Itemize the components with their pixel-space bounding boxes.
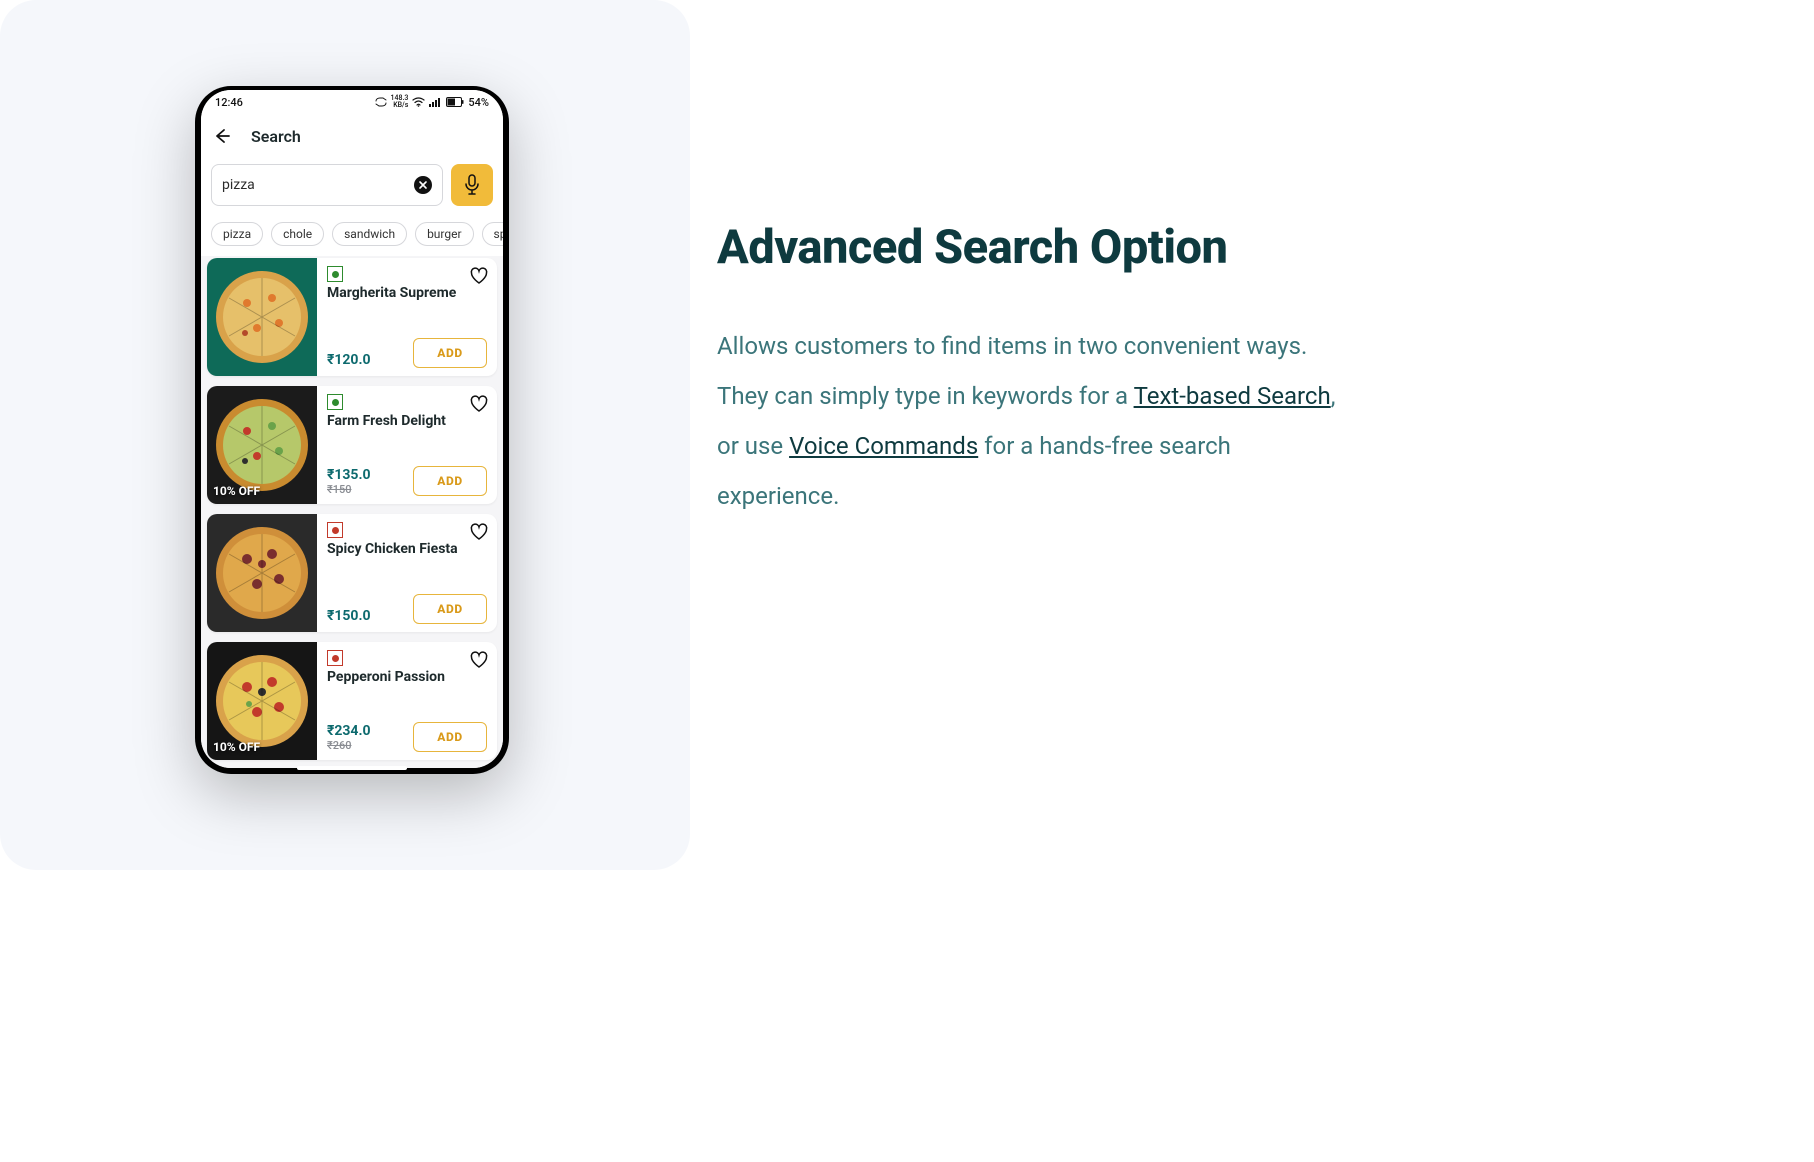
result-card[interactable]: Spicy Chicken Fiesta ₹150.0 ADD bbox=[207, 514, 497, 632]
favorite-button[interactable] bbox=[469, 650, 489, 670]
nonveg-indicator bbox=[327, 522, 343, 538]
search-input[interactable]: pizza bbox=[211, 164, 443, 206]
feature-panel: 12:46 148.3 KB/s 54% Se bbox=[0, 0, 690, 870]
item-thumbnail bbox=[207, 258, 317, 376]
item-price: ₹150.0 bbox=[327, 608, 371, 624]
chip-sandwich[interactable]: sandwich bbox=[332, 222, 407, 246]
page-title: Search bbox=[251, 127, 301, 146]
battery-icon bbox=[446, 97, 464, 107]
card-body: Spicy Chicken Fiesta ₹150.0 ADD bbox=[317, 514, 497, 632]
chip-pizza[interactable]: pizza bbox=[211, 222, 263, 246]
search-results[interactable]: Margherita Supreme ₹120.0 ADD 10% OFF Fa… bbox=[201, 256, 503, 768]
result-card[interactable]: 10% OFF Pepperoni Passion ₹234.0 ₹260 AD… bbox=[207, 642, 497, 760]
item-thumbnail: 10% OFF bbox=[207, 642, 317, 760]
search-row: pizza bbox=[201, 158, 503, 216]
clear-search-button[interactable] bbox=[414, 176, 432, 194]
chip-spicy[interactable]: spicy bbox=[482, 222, 503, 246]
add-button[interactable]: ADD bbox=[413, 722, 487, 752]
arrow-left-icon bbox=[213, 127, 231, 145]
signal-icon bbox=[429, 97, 442, 107]
favorite-button[interactable] bbox=[469, 394, 489, 414]
item-price: ₹135.0 bbox=[327, 467, 371, 483]
heart-icon bbox=[469, 266, 489, 286]
offer-badge: 10% OFF bbox=[213, 740, 260, 754]
item-thumbnail: 10% OFF bbox=[207, 386, 317, 504]
suggestion-chips: pizza chole sandwich burger spicy p bbox=[201, 216, 503, 256]
favorite-button[interactable] bbox=[469, 522, 489, 542]
item-original-price: ₹260 bbox=[327, 739, 371, 752]
item-name: Spicy Chicken Fiesta bbox=[327, 541, 487, 557]
add-button[interactable]: ADD bbox=[413, 466, 487, 496]
heart-icon bbox=[469, 394, 489, 414]
device-screen: 12:46 148.3 KB/s 54% Se bbox=[201, 90, 503, 768]
microphone-icon bbox=[463, 174, 481, 196]
app-header: Search bbox=[201, 114, 503, 158]
item-thumbnail bbox=[207, 514, 317, 632]
nonveg-indicator bbox=[327, 650, 343, 666]
card-body: Margherita Supreme ₹120.0 ADD bbox=[317, 258, 497, 376]
add-button[interactable]: ADD bbox=[413, 338, 487, 368]
device-frame: 12:46 148.3 KB/s 54% Se bbox=[195, 86, 509, 774]
item-price: ₹234.0 bbox=[327, 723, 371, 739]
item-original-price: ₹150 bbox=[327, 483, 371, 496]
chip-chole[interactable]: chole bbox=[271, 222, 324, 246]
home-indicator[interactable] bbox=[297, 766, 407, 770]
heart-icon bbox=[469, 522, 489, 542]
link-text-search: Text-based Search bbox=[1134, 382, 1331, 410]
result-card[interactable]: 10% OFF Farm Fresh Delight ₹135.0 ₹150 A… bbox=[207, 386, 497, 504]
voice-search-button[interactable] bbox=[451, 164, 493, 206]
item-name: Margherita Supreme bbox=[327, 285, 487, 301]
close-icon bbox=[418, 180, 428, 190]
feature-heading: Advanced Search Option bbox=[717, 220, 1357, 275]
result-card[interactable]: Margherita Supreme ₹120.0 ADD bbox=[207, 258, 497, 376]
card-body: Pepperoni Passion ₹234.0 ₹260 ADD bbox=[317, 642, 497, 760]
item-name: Farm Fresh Delight bbox=[327, 413, 487, 429]
item-price: ₹120.0 bbox=[327, 352, 371, 368]
search-value: pizza bbox=[222, 177, 414, 193]
offer-badge: 10% OFF bbox=[213, 484, 260, 498]
feature-copy: Advanced Search Option Allows customers … bbox=[717, 220, 1357, 521]
status-bar: 12:46 148.3 KB/s 54% bbox=[201, 90, 503, 114]
card-body: Farm Fresh Delight ₹135.0 ₹150 ADD bbox=[317, 386, 497, 504]
item-name: Pepperoni Passion bbox=[327, 669, 487, 685]
link-voice-commands: Voice Commands bbox=[789, 432, 978, 460]
status-right-cluster: 148.3 KB/s 54% bbox=[375, 95, 489, 109]
battery-percent: 54% bbox=[468, 96, 489, 109]
data-rate: 148.3 KB/s bbox=[391, 95, 409, 109]
veg-indicator bbox=[327, 266, 343, 282]
heart-icon bbox=[469, 650, 489, 670]
feature-body: Allows customers to find items in two co… bbox=[717, 321, 1357, 521]
veg-indicator bbox=[327, 394, 343, 410]
back-button[interactable] bbox=[211, 125, 233, 147]
add-button[interactable]: ADD bbox=[413, 594, 487, 624]
favorite-button[interactable] bbox=[469, 266, 489, 286]
volte-icon bbox=[375, 97, 387, 107]
status-time: 12:46 bbox=[215, 96, 243, 109]
chip-burger[interactable]: burger bbox=[415, 222, 473, 246]
wifi-icon bbox=[412, 97, 425, 107]
